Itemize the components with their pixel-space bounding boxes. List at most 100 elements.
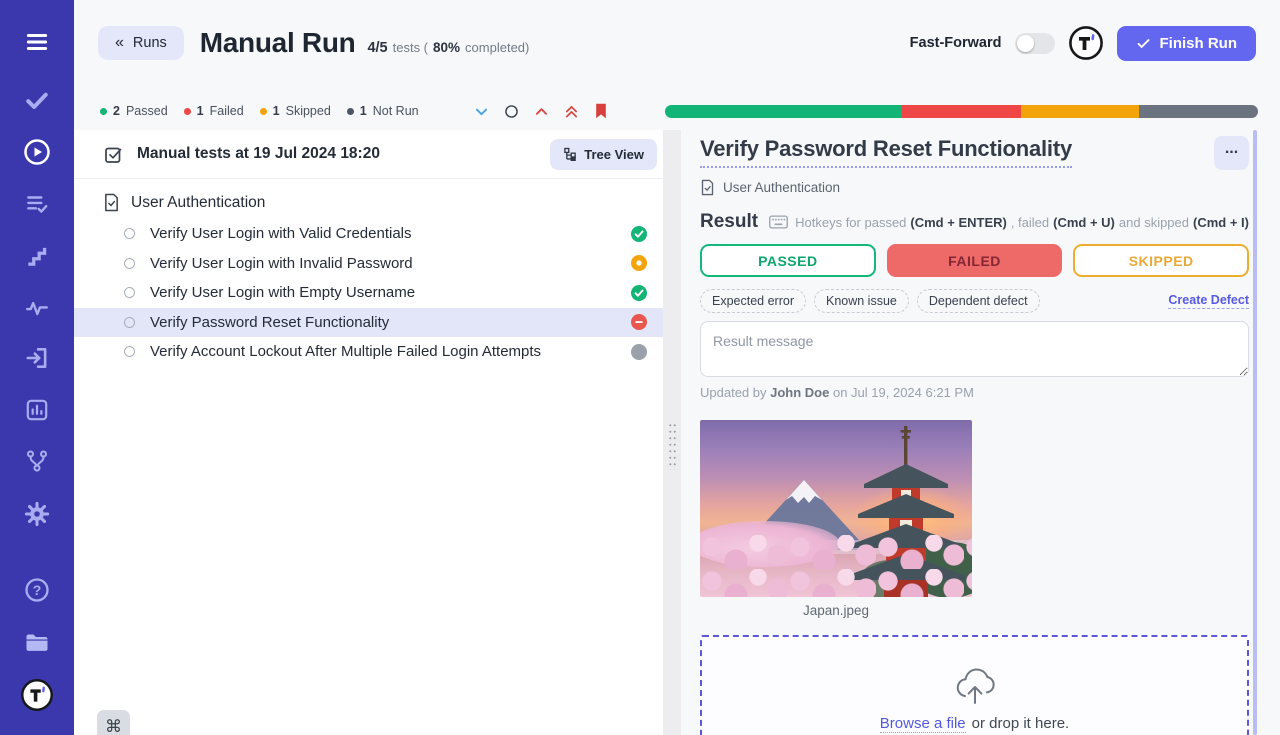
chevron-up-icon[interactable] <box>533 103 550 120</box>
command-hotkeys-button[interactable]: ⌘ <box>97 710 130 735</box>
status-bar-actions <box>473 102 609 120</box>
tree-view-button[interactable]: Tree View <box>550 139 657 170</box>
help-icon[interactable]: ? <box>0 576 74 604</box>
test-title: Verify Password Reset Functionality <box>150 314 389 331</box>
tag-known-issue[interactable]: Known issue <box>814 289 909 313</box>
file-dropzone[interactable]: Browse a file or drop it here. Click her… <box>700 635 1249 735</box>
passed-count: 2 Passed <box>100 104 168 118</box>
tests-word: tests ( <box>393 40 428 55</box>
panel-resize-divider[interactable] <box>663 130 681 735</box>
test-row-selected[interactable]: Verify Password Reset Functionality <box>74 308 663 338</box>
test-row[interactable]: Verify Account Lockout After Multiple Fa… <box>74 337 663 367</box>
sidebar: ? <box>0 0 74 735</box>
play-circle-icon[interactable] <box>0 137 74 167</box>
create-defect-link[interactable]: Create Defect <box>1168 293 1249 309</box>
drop-text: or drop it here. <box>972 715 1070 732</box>
hotkeys-mid1: , failed <box>1011 215 1049 230</box>
chevron-down-icon[interactable] <box>473 103 490 120</box>
passed-count-label: Passed <box>126 104 168 118</box>
analytics-icon[interactable] <box>0 397 74 423</box>
circle-outline-icon[interactable] <box>503 103 520 120</box>
radio-icon[interactable] <box>124 287 135 298</box>
updated-author: John Doe <box>770 385 829 400</box>
tree-view-label: Tree View <box>584 147 644 162</box>
app-window: ? « Runs Manual Run 4/5 tests ( 80% comp… <box>0 0 1280 735</box>
settings-icon[interactable] <box>0 500 74 528</box>
tests-ratio: 4/5 <box>367 40 387 56</box>
attachment-thumbnail[interactable]: Japan.jpeg <box>700 420 972 618</box>
result-status-buttons: PASSED FAILED SKIPPED <box>700 244 1249 277</box>
test-title: Verify User Login with Invalid Password <box>150 255 413 272</box>
keyboard-icon <box>769 215 788 229</box>
page-header: « Runs Manual Run 4/5 tests ( 80% comple… <box>98 24 1256 62</box>
run-title: Manual tests at 19 Jul 2024 18:20 <box>137 145 380 163</box>
test-row[interactable]: Verify User Login with Empty Username <box>74 278 663 308</box>
breadcrumb-suite[interactable]: User Authentication <box>723 180 840 195</box>
steps-icon[interactable] <box>0 243 74 269</box>
skipped-button[interactable]: SKIPPED <box>1073 244 1249 277</box>
result-heading: Result <box>700 211 758 233</box>
hotkeys-hint: Hotkeys for passed (Cmd + ENTER) , faile… <box>769 215 1249 230</box>
notrun-count-value: 1 <box>360 104 367 118</box>
radio-icon[interactable] <box>124 228 135 239</box>
checklist-icon <box>103 144 124 165</box>
hotkeys-prefix: Hotkeys for passed <box>795 215 906 230</box>
more-options-button[interactable]: ... <box>1214 136 1249 170</box>
brand-logo[interactable] <box>1068 25 1104 61</box>
test-detail-title[interactable]: Verify Password Reset Functionality <box>700 136 1072 168</box>
back-chevron-icon: « <box>115 35 124 51</box>
suite-user-authentication[interactable]: User Authentication <box>74 193 663 212</box>
check-icon[interactable] <box>0 86 74 114</box>
notrun-dot-icon <box>347 108 354 115</box>
completed-word: completed) <box>465 40 529 55</box>
tests-panel: Manual tests at 19 Jul 2024 18:20 Tree V… <box>74 130 663 735</box>
browse-file-link[interactable]: Browse a file <box>880 715 966 733</box>
bookmark-icon[interactable] <box>593 102 609 120</box>
attachment-image[interactable] <box>700 420 972 597</box>
notrun-count: 1 Not Run <box>347 104 419 118</box>
app-logo[interactable] <box>0 677 74 713</box>
progress-segment-skipped <box>1021 105 1140 118</box>
finish-run-button[interactable]: Finish Run <box>1117 26 1257 61</box>
pulse-icon[interactable] <box>0 295 74 321</box>
suite-title: User Authentication <box>131 194 265 212</box>
updated-suffix: on Jul 19, 2024 6:21 PM <box>833 385 974 400</box>
radio-icon[interactable] <box>124 346 135 357</box>
skipped-count: 1 Skipped <box>260 104 331 118</box>
passed-button[interactable]: PASSED <box>700 244 876 277</box>
vertical-scrollbar[interactable] <box>1253 130 1257 735</box>
tag-dependent-defect[interactable]: Dependent defect <box>917 289 1040 313</box>
fast-forward-toggle[interactable] <box>1015 33 1055 54</box>
menu-icon[interactable] <box>0 27 74 57</box>
failed-count-value: 1 <box>197 104 204 118</box>
status-passed-icon <box>631 226 647 242</box>
failed-dot-icon <box>184 108 191 115</box>
test-title: Verify Account Lockout After Multiple Fa… <box>150 343 541 360</box>
tests-progress-summary: 4/5 tests ( 80% completed) <box>367 30 529 56</box>
cloud-upload-icon <box>951 665 999 707</box>
test-row[interactable]: Verify User Login with Invalid Password <box>74 249 663 279</box>
toggle-knob <box>1017 35 1034 52</box>
branch-icon[interactable] <box>0 448 74 474</box>
status-passed-icon <box>631 285 647 301</box>
back-label: Runs <box>133 35 167 51</box>
import-icon[interactable] <box>0 345 74 371</box>
result-message-input[interactable] <box>700 321 1249 377</box>
test-title: Verify User Login with Valid Credentials <box>150 225 412 242</box>
failed-count-label: Failed <box>210 104 244 118</box>
tag-expected-error[interactable]: Expected error <box>700 289 806 313</box>
projects-icon[interactable] <box>0 629 74 657</box>
failed-button[interactable]: FAILED <box>887 244 1063 277</box>
completed-pct: 80% <box>433 40 460 55</box>
double-chevron-up-icon[interactable] <box>563 103 580 120</box>
radio-icon[interactable] <box>124 317 135 328</box>
progress-segment-not-run <box>1139 105 1258 118</box>
radio-icon[interactable] <box>124 258 135 269</box>
status-skipped-icon <box>631 255 647 271</box>
hotkeys-skipped: (Cmd + I) <box>1193 215 1249 230</box>
blossom-foreground <box>700 535 972 597</box>
run-list-icon[interactable] <box>0 191 74 217</box>
test-row[interactable]: Verify User Login with Valid Credentials <box>74 219 663 249</box>
page-title: Manual Run <box>200 27 356 59</box>
back-to-runs-button[interactable]: « Runs <box>98 26 184 60</box>
